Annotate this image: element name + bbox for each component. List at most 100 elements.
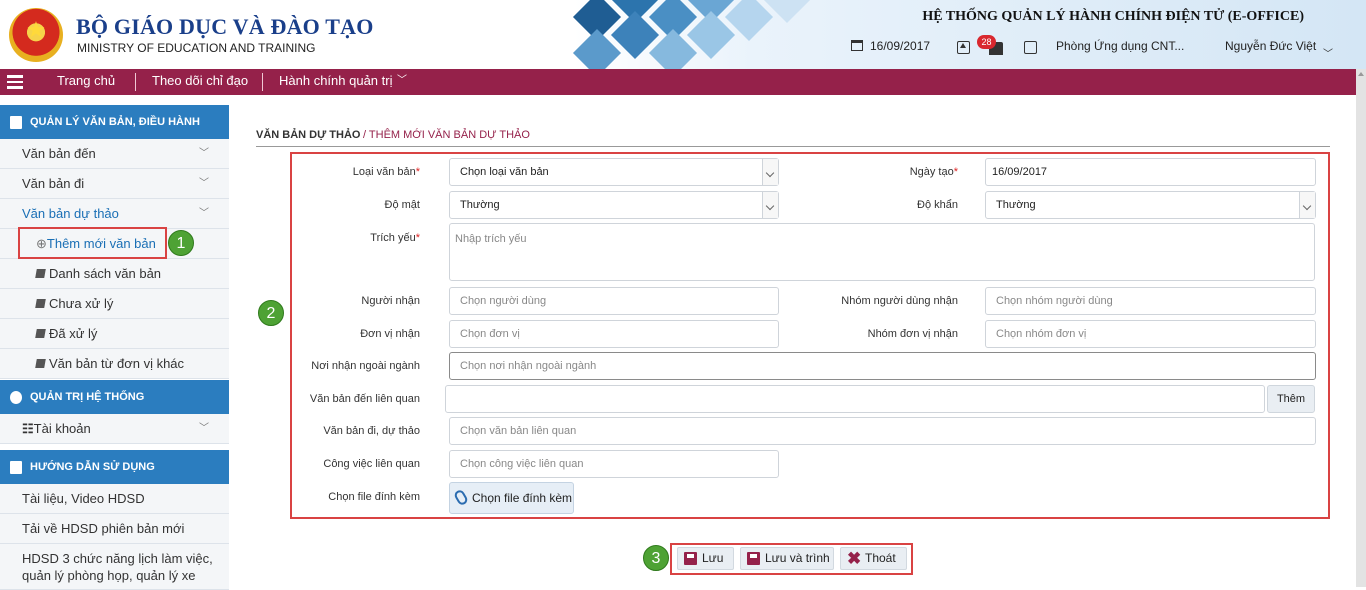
- org-name-vn: BỘ GIÁO DỤC VÀ ĐÀO TẠO: [76, 14, 374, 39]
- gear-icon: [10, 391, 22, 404]
- upload-icon[interactable]: [957, 41, 970, 54]
- user-menu[interactable]: Nguyễn Đức Việt: [1225, 39, 1316, 53]
- sidebar-item-download-guide[interactable]: Tải về HDSD phiên bản mới: [0, 514, 229, 544]
- label-document-type: Loại văn bản*: [352, 166, 420, 178]
- nav-tracking[interactable]: Theo dõi chỉ đạo: [152, 69, 248, 93]
- app-header: BỘ GIÁO DỤC VÀ ĐÀO TẠO MINISTRY OF EDUCA…: [0, 0, 1366, 69]
- label-related-tasks: Công việc liên quan: [323, 458, 420, 470]
- label-attachment: Chọn file đính kèm: [328, 491, 420, 503]
- label-related-incoming: Văn bản đến liên quan: [309, 393, 420, 405]
- label-external-recipients: Nơi nhận ngoài ngành: [311, 360, 420, 372]
- system-title: HỆ THỐNG QUẢN LÝ HÀNH CHÍNH ĐIỆN TỬ (E-O…: [922, 9, 1304, 24]
- department-selector[interactable]: Phòng Ứng dụng CNT...: [1056, 39, 1184, 53]
- sidebar-item-label: HDSD 3 chức năng lịch làm việc, quản lý …: [22, 551, 213, 583]
- nav-divider: [135, 73, 136, 91]
- notification-badge: 28: [977, 35, 996, 49]
- book-icon: [35, 329, 46, 338]
- chevron-down-icon: [762, 192, 778, 218]
- header-decoration: [540, 0, 850, 69]
- list-icon: ☷: [22, 421, 34, 436]
- label-recipients: Người nhận: [361, 295, 420, 307]
- breadcrumb-parent[interactable]: VĂN BẢN DỰ THẢO: [256, 129, 360, 141]
- schedule-icon[interactable]: [1024, 41, 1037, 54]
- label-recipient-groups: Nhóm người dùng nhận: [841, 295, 958, 307]
- floppy-disk-icon: [747, 552, 760, 565]
- section-label: QUẢN TRỊ HỆ THỐNG: [30, 391, 145, 403]
- save-button[interactable]: Lưu: [677, 547, 734, 570]
- sidebar-item-accounts[interactable]: ☷Tài khoản ﹀: [0, 414, 229, 444]
- breadcrumb-current: / THÊM MỚI VĂN BẢN DỰ THẢO: [363, 129, 530, 141]
- sidebar-item-guide-3[interactable]: HDSD 3 chức năng lịch làm việc, quản lý …: [0, 544, 229, 590]
- chevron-down-icon: [762, 159, 778, 185]
- sidebar-item-label: Đã xử lý: [49, 326, 98, 341]
- chevron-down-icon: ﹀: [199, 178, 209, 189]
- book-icon: [35, 269, 46, 278]
- related-incoming-input[interactable]: [445, 385, 1265, 413]
- sidebar-item-label: Chưa xử lý: [49, 296, 114, 311]
- paperclip-icon: [452, 488, 470, 507]
- floppy-disk-icon: [684, 552, 697, 565]
- calendar-icon: [851, 40, 863, 51]
- section-label: QUẢN LÝ VĂN BẢN, ĐIỀU HÀNH: [30, 116, 200, 128]
- nav-divider: [262, 73, 263, 91]
- book-icon: [35, 359, 46, 368]
- sidebar-item-label: Danh sách văn bản: [49, 266, 162, 281]
- receiving-units-input[interactable]: Chọn đơn vị: [449, 320, 779, 348]
- confidentiality-select[interactable]: Thường: [449, 191, 779, 219]
- hamburger-menu-icon[interactable]: [7, 75, 23, 89]
- sidebar-item-outgoing[interactable]: Văn bản đi ﹀: [0, 169, 229, 199]
- book-icon: [10, 116, 22, 129]
- sidebar-section-documents[interactable]: QUẢN LÝ VĂN BẢN, ĐIỀU HÀNH: [0, 105, 229, 139]
- label-urgency: Độ khẩn: [917, 199, 958, 211]
- chevron-down-icon[interactable]: ﹀: [1323, 45, 1333, 60]
- national-emblem-logo: [9, 8, 63, 62]
- created-date-input[interactable]: 16/09/2017: [985, 158, 1316, 186]
- chevron-down-icon[interactable]: ﹀: [397, 69, 407, 93]
- label-summary: Trích yếu*: [370, 232, 420, 244]
- sidebar-item-docs-video[interactable]: Tài liệu, Video HDSD: [0, 484, 229, 514]
- sidebar-section-system[interactable]: QUẢN TRỊ HỆ THỐNG: [0, 380, 229, 414]
- sidebar-item-other-units[interactable]: Văn bản từ đơn vị khác: [0, 349, 229, 379]
- callout-highlight-1: [18, 227, 167, 259]
- page-scrollbar[interactable]: [1356, 69, 1366, 587]
- current-date: 16/09/2017: [870, 39, 931, 53]
- main-nav: Trang chủ Theo dõi chỉ đạo Hành chính qu…: [0, 69, 1356, 95]
- exit-button[interactable]: ✖ Thoát: [840, 547, 907, 570]
- label-unit-groups: Nhóm đơn vị nhận: [867, 328, 958, 340]
- sidebar-item-label: Tài khoản: [33, 421, 91, 436]
- external-recipients-input[interactable]: Chọn nơi nhận ngoài ngành: [449, 352, 1316, 380]
- help-book-icon: [10, 461, 22, 474]
- callout-number-1: 1: [168, 230, 194, 256]
- sidebar-item-label: Văn bản đi: [22, 176, 85, 191]
- attach-file-button[interactable]: Chọn file đính kèm: [449, 482, 574, 514]
- nav-admin[interactable]: Hành chính quản trị: [279, 69, 392, 93]
- save-and-submit-button[interactable]: Lưu và trình: [740, 547, 834, 570]
- sidebar-item-label: Văn bản đến: [22, 146, 96, 161]
- related-tasks-input[interactable]: Chọn công việc liên quan: [449, 450, 779, 478]
- urgency-select[interactable]: Thường: [985, 191, 1316, 219]
- chevron-down-icon: [1299, 192, 1315, 218]
- label-created-date: Ngày tạo*: [909, 166, 958, 178]
- recipients-input[interactable]: Chọn người dùng: [449, 287, 779, 315]
- callout-number-3: 3: [643, 545, 669, 571]
- sidebar-item-list[interactable]: Danh sách văn bản: [0, 259, 229, 289]
- sidebar-item-processed[interactable]: Đã xử lý: [0, 319, 229, 349]
- document-type-select[interactable]: Chọn loại văn bản: [449, 158, 779, 186]
- add-related-button[interactable]: Thêm: [1267, 385, 1315, 413]
- chevron-down-icon: ﹀: [199, 423, 209, 434]
- sidebar-item-label: Tài liệu, Video HDSD: [22, 491, 145, 506]
- sidebar-item-pending[interactable]: Chưa xử lý: [0, 289, 229, 319]
- sidebar-item-label: Văn bản dự thảo: [22, 206, 119, 221]
- sidebar-item-label: Tải về HDSD phiên bản mới: [22, 521, 185, 536]
- book-icon: [35, 299, 46, 308]
- unit-groups-input[interactable]: Chọn nhóm đơn vị: [985, 320, 1316, 348]
- nav-home[interactable]: Trang chủ: [57, 69, 115, 93]
- summary-textarea[interactable]: Nhập trích yếu: [449, 223, 1315, 281]
- label-confidentiality: Độ mật: [384, 199, 420, 211]
- related-outgoing-input[interactable]: Chọn văn bản liên quan: [449, 417, 1316, 445]
- sidebar-item-drafts[interactable]: Văn bản dự thảo ﹀: [0, 199, 229, 229]
- recipient-groups-input[interactable]: Chọn nhóm người dùng: [985, 287, 1316, 315]
- sidebar-item-incoming[interactable]: Văn bản đến ﹀: [0, 139, 229, 169]
- sidebar-section-help[interactable]: HƯỚNG DẪN SỬ DỤNG: [0, 450, 229, 484]
- chevron-down-icon: ﹀: [199, 148, 209, 159]
